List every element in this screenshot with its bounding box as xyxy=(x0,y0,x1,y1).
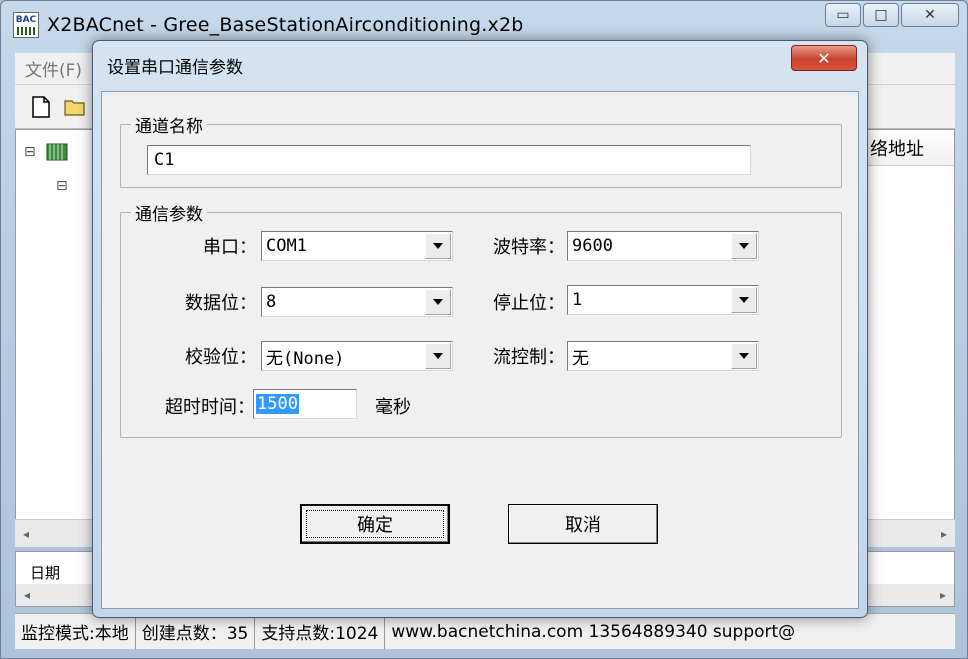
flow-control-label: 流控制： xyxy=(493,347,565,368)
cancel-button[interactable]: 取消 xyxy=(508,504,658,544)
window-controls: ▭ □ ✕ xyxy=(825,3,959,27)
data-bits-label: 数据位： xyxy=(185,293,257,314)
dropdown-arrow-icon[interactable] xyxy=(425,233,451,259)
data-bits-select[interactable]: 8 xyxy=(261,287,453,317)
dialog-close-button[interactable]: ✕ xyxy=(791,45,857,71)
log-column-date[interactable]: 日期 xyxy=(30,562,60,583)
status-contact: www.bacnetchina.com 13564889340 support@ xyxy=(391,621,796,642)
ok-button[interactable]: 确定 xyxy=(300,504,450,544)
status-mode: 监控模式:本地 xyxy=(15,614,136,649)
channel-name-group: 通道名称 C1 xyxy=(120,112,842,188)
status-created-points: 创建点数：35 xyxy=(136,614,256,649)
baud-rate-label: 波特率： xyxy=(493,237,565,258)
timeout-input[interactable]: 1500 xyxy=(253,389,357,419)
dropdown-arrow-icon[interactable] xyxy=(731,287,757,313)
stop-bits-label: 停止位： xyxy=(493,293,565,314)
tree-panel[interactable]: ⊟ ⊟ xyxy=(15,129,95,547)
new-file-icon[interactable] xyxy=(29,94,53,120)
app-icon: BAC xyxy=(13,12,39,38)
parity-select[interactable]: 无(None) xyxy=(261,341,453,371)
stop-bits-select[interactable]: 1 xyxy=(567,285,759,315)
maximize-button[interactable]: □ xyxy=(863,3,899,27)
data-bits-value: 8 xyxy=(266,292,277,312)
channel-name-input[interactable]: C1 xyxy=(147,145,751,175)
timeout-value: 1500 xyxy=(256,394,299,414)
dropdown-arrow-icon[interactable] xyxy=(731,233,757,259)
port-label: 串口： xyxy=(203,237,257,258)
minimize-button[interactable]: ▭ xyxy=(825,3,861,27)
list-panel[interactable]: 络地址 xyxy=(861,129,955,547)
dialog-body: 通道名称 C1 通信参数 串口： COM1 波特率： 9600 数据位： 8 停… xyxy=(101,91,859,609)
port-select[interactable]: COM1 xyxy=(261,231,453,261)
scroll-left-icon[interactable]: ◂ xyxy=(23,527,29,541)
serial-settings-dialog: 设置串口通信参数 ✕ 通道名称 C1 通信参数 串口： COM1 波特率： 96… xyxy=(92,40,868,618)
channel-name-value: C1 xyxy=(154,150,175,170)
baud-rate-value: 9600 xyxy=(572,236,613,256)
scroll-right-icon[interactable]: ▸ xyxy=(941,527,947,541)
dropdown-arrow-icon[interactable] xyxy=(425,289,451,315)
baud-rate-select[interactable]: 9600 xyxy=(567,231,759,261)
app-icon-text: BAC xyxy=(15,15,37,25)
stop-bits-value: 1 xyxy=(572,290,583,310)
log-scroll-left-icon[interactable]: ◂ xyxy=(24,588,30,602)
port-value: COM1 xyxy=(266,236,307,256)
status-supported-points: 支持点数:1024 xyxy=(255,614,386,649)
comm-params-group: 通信参数 串口： COM1 波特率： 9600 数据位： 8 停止位： 1 校验… xyxy=(120,200,842,438)
ok-focus-ring xyxy=(306,510,444,538)
comm-params-legend: 通信参数 xyxy=(131,200,207,225)
dialog-title: 设置串口通信参数 xyxy=(107,58,243,78)
window-close-button[interactable]: ✕ xyxy=(901,3,959,27)
cancel-button-label: 取消 xyxy=(565,515,601,536)
flow-control-select[interactable]: 无 xyxy=(567,341,759,371)
main-titlebar: BAC X2BACnet - Gree_BaseStationAircondit… xyxy=(13,9,524,41)
flow-control-value: 无 xyxy=(572,348,589,369)
channel-name-legend: 通道名称 xyxy=(131,112,207,137)
log-scroll-right-icon[interactable]: ▸ xyxy=(940,588,946,602)
menu-file[interactable]: 文件(F) xyxy=(25,56,82,81)
app-icon-bars xyxy=(17,27,35,35)
parity-value: 无(None) xyxy=(266,348,345,369)
tree-child-expander[interactable]: ⊟ xyxy=(56,178,68,194)
timeout-unit: 毫秒 xyxy=(375,397,411,418)
device-icon xyxy=(46,143,68,161)
close-icon: ✕ xyxy=(817,48,831,68)
statusbar: 监控模式:本地 创建点数：35 支持点数:1024 www.bacnetchin… xyxy=(15,613,955,649)
main-window-title: X2BACnet - Gree_BaseStationAirconditioni… xyxy=(47,14,524,36)
list-column-header[interactable]: 络地址 xyxy=(862,130,954,166)
timeout-label: 超时时间： xyxy=(165,397,255,418)
tree-expander[interactable]: ⊟ xyxy=(24,144,36,160)
dropdown-arrow-icon[interactable] xyxy=(731,343,757,369)
dropdown-arrow-icon[interactable] xyxy=(425,343,451,369)
parity-label: 校验位： xyxy=(185,347,257,368)
open-folder-icon[interactable] xyxy=(63,94,87,120)
